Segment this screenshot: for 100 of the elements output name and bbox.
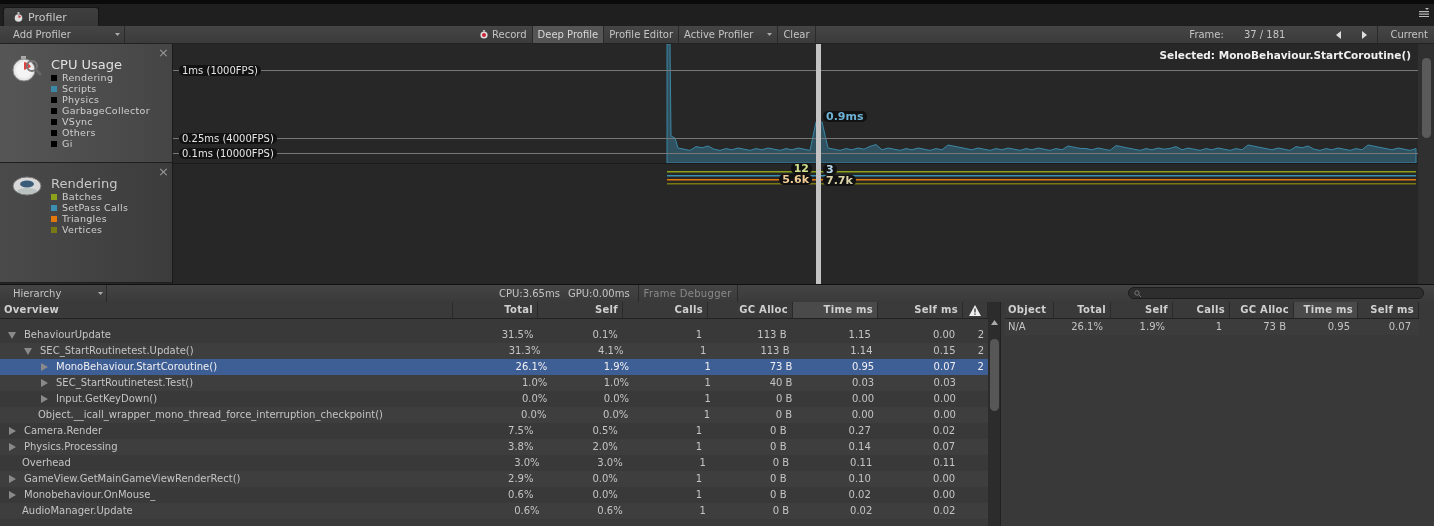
legend-label[interactable]: VSync bbox=[62, 116, 93, 127]
function-name: Overhead bbox=[22, 456, 71, 470]
legend-label[interactable]: SetPass Calls bbox=[62, 202, 129, 213]
table-cell-text: 0.00 bbox=[931, 472, 957, 486]
column-header[interactable]: Calls bbox=[623, 302, 708, 318]
legend-label[interactable]: Gi bbox=[62, 138, 73, 149]
legend-label[interactable]: Triangles bbox=[62, 213, 107, 224]
clear-button[interactable]: Clear bbox=[778, 26, 816, 43]
legend-label[interactable]: Batches bbox=[62, 191, 103, 202]
toggle-button[interactable]: Deep Profile bbox=[532, 26, 605, 43]
table-cell-text: 113 B bbox=[756, 328, 788, 342]
legend-label[interactable]: Others bbox=[62, 127, 96, 138]
table-cell-text: 1 bbox=[1214, 320, 1223, 334]
column-header[interactable]: Overview bbox=[0, 302, 453, 318]
table-cell-text: 1 bbox=[698, 456, 707, 470]
search-icon bbox=[1134, 289, 1141, 297]
collapsed-arrow-icon[interactable] bbox=[8, 475, 16, 483]
table-cell-text: 26.1% bbox=[1070, 320, 1104, 334]
table-cell-text: 0.00 bbox=[850, 392, 876, 406]
up-arrow-icon[interactable] bbox=[990, 320, 998, 325]
scrollbar-thumb[interactable] bbox=[989, 339, 999, 411]
value-label: 12 bbox=[790, 163, 812, 174]
collapsed-arrow-icon[interactable] bbox=[40, 395, 48, 403]
guide-label: 0.1ms (10000FPS) bbox=[179, 148, 277, 159]
expanded-arrow-icon[interactable] bbox=[24, 347, 32, 355]
table-cell-text: 0.95 bbox=[850, 360, 876, 374]
add-profiler-dropdown[interactable]: Add Profiler bbox=[7, 26, 125, 43]
function-name: AudioManager.Update bbox=[22, 504, 133, 518]
close-button[interactable]: × bbox=[158, 46, 169, 59]
column-header[interactable]: Object bbox=[1005, 302, 1054, 318]
module-panel[interactable]: × CPU Usage Rendering Scripts Physics GarbageCollector VSync Others Gi bbox=[0, 44, 172, 163]
table-cell-text: 0.00 bbox=[931, 488, 957, 502]
legend-label[interactable]: Rendering bbox=[62, 72, 114, 83]
torus-icon bbox=[12, 175, 42, 197]
profiler-row[interactable]: Object.__icall_wrapper_mono_thread_force_interruption_checkpoint() 0.0% 0.0% 1 0 B 0.00 0.00 bbox=[0, 407, 988, 423]
column-header[interactable]: Self bbox=[538, 302, 623, 318]
table-cell-text: 0.1% bbox=[591, 328, 619, 342]
stopwatch-icon bbox=[14, 12, 23, 22]
column-header[interactable]: Self ms bbox=[1358, 302, 1419, 318]
legend-label[interactable]: GarbageCollector bbox=[62, 105, 150, 116]
menu-icon[interactable] bbox=[1419, 8, 1429, 17]
collapsed-arrow-icon[interactable] bbox=[8, 491, 16, 499]
profiler-row[interactable]: Physics.Processing 3.8% 2.0% 1 0 B 0.14 0.07 bbox=[0, 439, 988, 455]
function-name: Physics.Processing bbox=[24, 440, 118, 454]
stopwatch-icon bbox=[12, 56, 42, 82]
module-title: Rendering bbox=[51, 177, 119, 191]
column-header[interactable]: Time ms bbox=[1294, 302, 1358, 318]
left-arrow-icon bbox=[1335, 30, 1341, 39]
profiler-row[interactable]: AudioManager.Update 0.6% 0.6% 1 0 B 0.02 0.02 bbox=[0, 503, 988, 519]
column-header[interactable]: Total bbox=[453, 302, 538, 318]
module-panel[interactable]: × Rendering Batches SetPass Calls Triangles Vertices bbox=[0, 163, 172, 283]
table-cell-text: 0.0% bbox=[601, 408, 630, 422]
column-header[interactable]: Self bbox=[1111, 302, 1173, 318]
profiler-row[interactable]: MonoBehaviour.StartCoroutine() 26.1% 1.9% 1 73 B 0.95 0.07 2 bbox=[0, 359, 988, 375]
table-cell-text: 0 B bbox=[769, 488, 788, 502]
collapsed-arrow-icon[interactable] bbox=[8, 427, 16, 435]
collapsed-arrow-icon[interactable] bbox=[40, 363, 48, 371]
table-cell-text: 0.07 bbox=[932, 360, 957, 374]
function-name: Monobehaviour.OnMouse_ bbox=[24, 488, 156, 503]
column-header[interactable]: Time ms bbox=[793, 302, 878, 318]
table-cell-text: 0.10 bbox=[847, 472, 872, 486]
table-cell-text: 0 B bbox=[774, 408, 794, 422]
toggle-button[interactable]: Profile Editor bbox=[604, 26, 680, 43]
expanded-arrow-icon[interactable] bbox=[8, 331, 16, 339]
close-button[interactable]: × bbox=[158, 165, 169, 178]
search-field[interactable] bbox=[1128, 287, 1424, 299]
warning-count: 2 bbox=[976, 360, 985, 374]
scrollbar[interactable] bbox=[988, 302, 1000, 526]
table-cell-text: 0 B bbox=[769, 472, 788, 486]
legend-label[interactable]: Vertices bbox=[62, 224, 103, 235]
profiler-row[interactable]: SEC_StartRoutinetest.Update() 31.3% 4.1% 1 113 B 1.14 0.15 2 bbox=[0, 343, 988, 359]
table-cell-text: 0.14 bbox=[847, 440, 872, 454]
table-cell-text: 1 bbox=[694, 472, 704, 486]
table-cell-text: 0.11 bbox=[932, 456, 957, 470]
table-cell-text: 0 B bbox=[775, 392, 794, 406]
collapsed-arrow-icon[interactable] bbox=[40, 379, 48, 387]
column-header[interactable]: Calls bbox=[1173, 302, 1230, 318]
frame-counter: 37 / 181 bbox=[1243, 29, 1286, 40]
record-button[interactable]: Record bbox=[475, 26, 533, 43]
legend-label[interactable]: Physics bbox=[62, 94, 100, 105]
collapsed-arrow-icon[interactable] bbox=[8, 443, 16, 451]
profiler-row[interactable]: GameView.GetMainGameViewRenderRect() 2.9% 0.0% 1 0 B 0.10 0.00 bbox=[0, 471, 988, 487]
table-cell-text: 73 B bbox=[768, 360, 794, 374]
table-cell-text: 0.00 bbox=[932, 408, 957, 422]
table-cell-text: 0.00 bbox=[931, 328, 957, 342]
legend-label[interactable]: Scripts bbox=[62, 83, 97, 94]
caret-icon bbox=[115, 33, 120, 36]
frame-marker[interactable] bbox=[816, 44, 821, 284]
profiler-tab[interactable]: Profiler bbox=[3, 7, 99, 26]
table-cell-text: 0.11 bbox=[849, 456, 874, 470]
current-frame-button[interactable]: Current bbox=[1377, 26, 1434, 43]
column-header[interactable]: Self ms bbox=[878, 302, 963, 318]
function-name: SEC_StartRoutinetest.Update() bbox=[40, 344, 194, 359]
table-cell-text: 1 bbox=[703, 360, 712, 374]
column-header[interactable]: Total bbox=[1054, 302, 1111, 318]
caret-icon bbox=[767, 33, 773, 36]
profiler-dropdown[interactable]: Active Profiler bbox=[679, 26, 779, 43]
scrollbar[interactable] bbox=[1418, 44, 1434, 284]
profiler-row[interactable]: SEC_StartRoutinetest.Test() 1.0% 1.0% 1 40 B 0.03 0.03 bbox=[0, 375, 988, 391]
warning-count: 2 bbox=[976, 328, 985, 342]
